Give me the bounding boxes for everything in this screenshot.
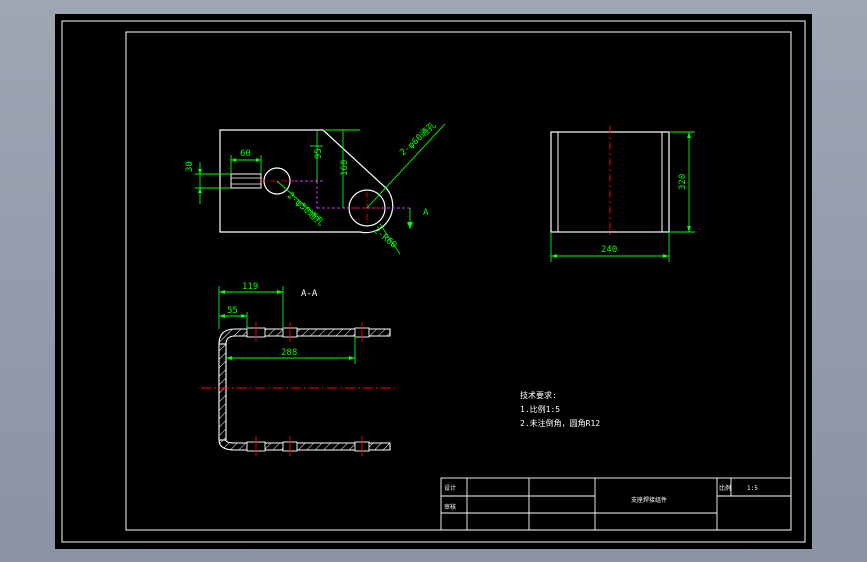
dim-320-label: 320 bbox=[678, 174, 688, 190]
cad-viewport[interactable]: 60 30 95 160 2-φ60通孔 2-φ50通孔 2-R60 A 320… bbox=[55, 14, 812, 549]
title-block-scale-value: 1:5 bbox=[747, 485, 758, 492]
dim-240-label: 240 bbox=[601, 245, 617, 255]
dim-60-label: 60 bbox=[240, 149, 251, 159]
section-web bbox=[218, 343, 227, 441]
section-marker-a: A bbox=[423, 208, 429, 218]
radius-note: 2-R60 bbox=[371, 226, 398, 251]
dim-119-label: 119 bbox=[242, 282, 258, 292]
technical-requirements: 技术要求: 1.比例1:5 2.未注倒角，圆角R12 bbox=[520, 390, 600, 428]
title-block bbox=[440, 477, 792, 531]
title-block-designer-label: 设计 bbox=[444, 484, 456, 492]
tech-req-line2: 2.未注倒角，圆角R12 bbox=[520, 418, 600, 428]
dim-55-label: 55 bbox=[227, 306, 238, 316]
tech-req-line1: 1.比例1:5 bbox=[520, 404, 560, 414]
tube-section bbox=[230, 173, 262, 189]
dim-30-label: 30 bbox=[185, 161, 195, 172]
tech-req-heading: 技术要求: bbox=[520, 390, 557, 400]
section-title: A-A bbox=[301, 289, 318, 299]
title-block-scale-label: 比例 bbox=[719, 484, 731, 492]
cad-drawing: 60 30 95 160 2-φ60通孔 2-φ50通孔 2-R60 A 320… bbox=[61, 20, 806, 543]
dim-95-label: 95 bbox=[314, 148, 324, 159]
outer-frame bbox=[61, 20, 806, 543]
side-view-dimensions bbox=[550, 131, 695, 262]
drawing-name: 支座焊接组件 bbox=[631, 496, 667, 504]
title-block-review-label: 审核 bbox=[444, 503, 456, 511]
dim-288-label: 288 bbox=[281, 348, 297, 358]
side-view bbox=[550, 126, 670, 238]
section-view bbox=[201, 322, 395, 456]
inner-frame bbox=[125, 31, 792, 531]
holes-small-note: 2-φ50通孔 bbox=[285, 190, 326, 228]
dim-160-label: 160 bbox=[340, 160, 350, 176]
